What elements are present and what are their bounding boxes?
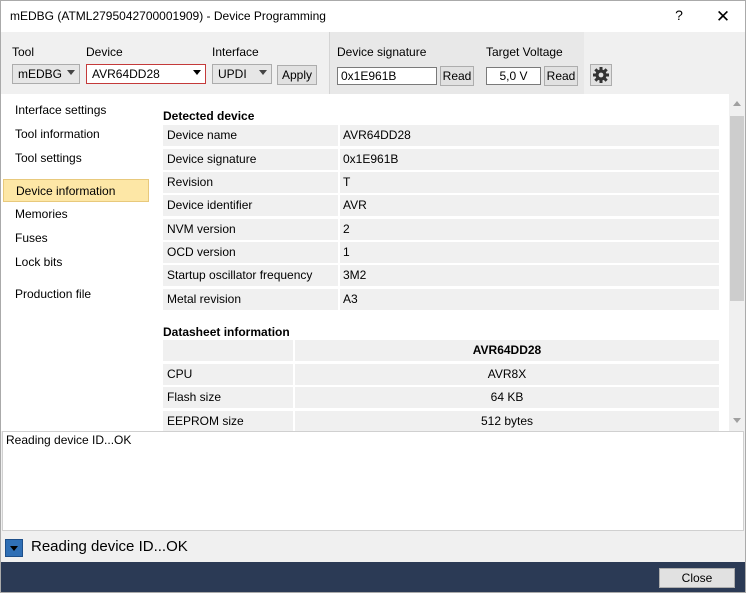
device-programming-window: mEDBG (ATML2795042700001909) - Device Pr…: [0, 0, 746, 593]
signature-panel: Device signature 0x1E961B Read Target Vo…: [329, 32, 584, 94]
apply-button[interactable]: Apply: [277, 65, 317, 85]
window-title: mEDBG (ATML2795042700001909) - Device Pr…: [10, 9, 326, 23]
property-name: Device signature: [163, 149, 338, 170]
read-voltage-button[interactable]: Read: [544, 66, 578, 86]
table-row: OCD version 1: [163, 242, 719, 263]
table-row: Device signature 0x1E961B: [163, 149, 719, 170]
scroll-thumb[interactable]: [730, 116, 744, 301]
signature-field[interactable]: 0x1E961B: [337, 67, 437, 85]
chevron-down-icon: [10, 546, 18, 551]
sidebar-item-production-file[interactable]: Production file: [3, 283, 149, 306]
table-header-row: AVR64DD28: [163, 340, 719, 361]
title-bar: mEDBG (ATML2795042700001909) - Device Pr…: [1, 1, 745, 32]
chevron-down-icon: [193, 70, 201, 75]
chevron-down-icon: [67, 70, 75, 75]
property-name: NVM version: [163, 219, 338, 240]
property-name: OCD version: [163, 242, 338, 263]
property-name: Startup oscillator frequency: [163, 265, 338, 286]
interface-label: Interface: [212, 45, 259, 59]
sidebar-item-fuses[interactable]: Fuses: [3, 227, 149, 250]
status-text: Reading device ID...OK: [31, 538, 188, 555]
toolbar: Tool mEDBG Device AVR64DD28 Interface UP…: [1, 32, 745, 94]
expand-log-button[interactable]: [5, 539, 23, 557]
log-line: Reading device ID...OK: [6, 433, 132, 447]
property-value: 2: [340, 219, 719, 240]
property-value: 3M2: [340, 265, 719, 286]
property-name: Metal revision: [163, 289, 338, 310]
table-row: CPU AVR8X: [163, 364, 719, 385]
status-bar: Reading device ID...OK: [1, 532, 745, 562]
sidebar-item-tool-settings[interactable]: Tool settings: [3, 147, 149, 170]
property-name: CPU: [163, 364, 293, 385]
table-row: Metal revision A3: [163, 289, 719, 310]
table-row: Flash size 64 KB: [163, 387, 719, 408]
property-value: 1: [340, 242, 719, 263]
sidebar-item-memories[interactable]: Memories: [3, 203, 149, 226]
device-label: Device: [86, 45, 123, 59]
sidebar-item-tool-information[interactable]: Tool information: [3, 123, 149, 146]
table-row: NVM version 2: [163, 219, 719, 240]
property-name: Flash size: [163, 387, 293, 408]
output-log[interactable]: Reading device ID...OK: [2, 431, 744, 531]
property-name: Device name: [163, 125, 338, 146]
property-value: AVR: [340, 195, 719, 216]
close-button[interactable]: Close: [659, 568, 735, 588]
sidebar-item-lock-bits[interactable]: Lock bits: [3, 251, 149, 274]
gear-icon: [593, 67, 609, 83]
property-value: A3: [340, 289, 719, 310]
table-row: Device identifier AVR: [163, 195, 719, 216]
tool-label: Tool: [12, 45, 35, 59]
table-row: Device name AVR64DD28: [163, 125, 719, 146]
read-signature-button[interactable]: Read: [440, 66, 474, 86]
tool-value: mEDBG: [18, 67, 63, 81]
property-name: Device identifier: [163, 195, 338, 216]
device-dropdown[interactable]: AVR64DD28: [86, 64, 206, 84]
sidebar-item-interface-settings[interactable]: Interface settings: [3, 99, 149, 122]
sidebar-nav: Interface settings Tool information Tool…: [1, 94, 151, 431]
property-value: T: [340, 172, 719, 193]
footer: Close: [1, 562, 745, 592]
property-value: 0x1E961B: [340, 149, 719, 170]
property-value: AVR8X: [295, 364, 719, 385]
vertical-scrollbar[interactable]: [729, 94, 745, 431]
chevron-down-icon: [259, 70, 267, 75]
voltage-label: Target Voltage: [486, 45, 563, 59]
interface-dropdown[interactable]: UPDI: [212, 64, 272, 84]
close-window-button[interactable]: ✕: [713, 7, 733, 27]
signature-label: Device signature: [337, 45, 427, 59]
property-value: 64 KB: [295, 387, 719, 408]
interface-value: UPDI: [218, 67, 247, 81]
help-button[interactable]: ?: [669, 7, 689, 27]
table-row: EEPROM size 512 bytes: [163, 411, 719, 431]
sidebar-item-device-information[interactable]: Device information: [3, 179, 149, 202]
tool-dropdown[interactable]: mEDBG: [12, 64, 80, 84]
header-spacer: [163, 340, 293, 361]
property-value: 512 bytes: [295, 411, 719, 431]
datasheet-column-header: AVR64DD28: [295, 340, 719, 361]
scroll-up-icon[interactable]: [733, 101, 741, 106]
property-name: EEPROM size: [163, 411, 293, 431]
table-row: Startup oscillator frequency 3M2: [163, 265, 719, 286]
datasheet-information-heading: Datasheet information: [163, 325, 290, 339]
table-row: Revision T: [163, 172, 719, 193]
property-name: Revision: [163, 172, 338, 193]
device-information-panel: Detected device Device name AVR64DD28 De…: [151, 94, 729, 431]
detected-device-heading: Detected device: [163, 109, 255, 123]
property-value: AVR64DD28: [340, 125, 719, 146]
voltage-field[interactable]: 5,0 V: [486, 67, 541, 85]
scroll-down-icon[interactable]: [733, 418, 741, 423]
device-value: AVR64DD28: [92, 67, 160, 81]
settings-button[interactable]: [590, 64, 612, 86]
